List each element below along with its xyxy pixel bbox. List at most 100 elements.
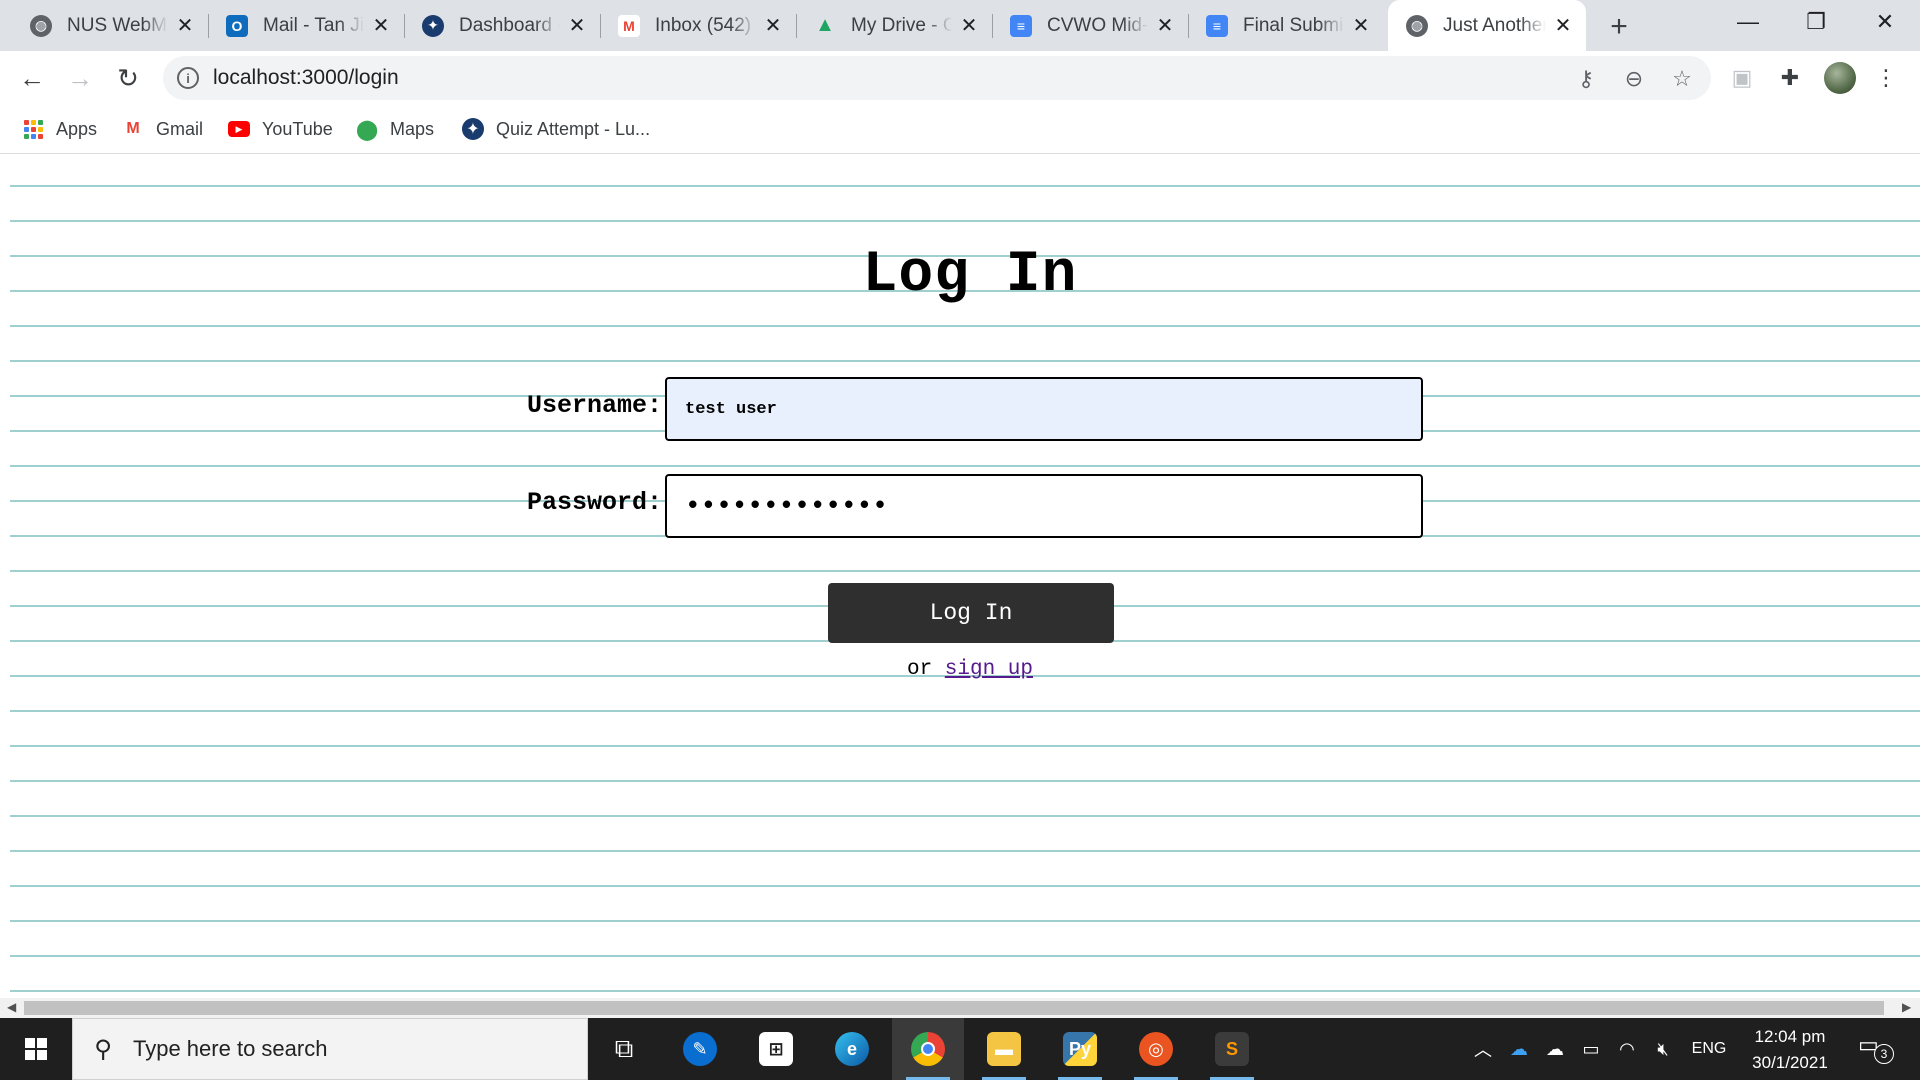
globe-icon: ◍	[30, 14, 52, 37]
close-icon[interactable]: ✕	[958, 15, 980, 37]
search-placeholder: Type here to search	[133, 1036, 328, 1061]
globe-icon: ◍	[1406, 14, 1428, 37]
tab-inbox[interactable]: M Inbox (542) - Gmail ✕	[600, 0, 796, 51]
scroll-right-icon[interactable]: ▶	[1902, 1000, 1911, 1014]
tab-mail[interactable]: O Mail - Tan Jin ✕	[208, 0, 404, 51]
back-button[interactable]: ←	[13, 59, 51, 97]
bookmark-label: Apps	[56, 118, 98, 139]
address-bar[interactable]: i localhost:3000/login ⚷ ⊖ ☆	[163, 56, 1711, 100]
tab-just-another[interactable]: ◍ Just Another Todo ✕	[1388, 0, 1586, 51]
tab-title: CVWO Mid-Assignment	[1047, 14, 1148, 36]
restore-button[interactable]: ❐	[1781, 0, 1851, 44]
signup-prompt: or sign up	[0, 658, 1920, 681]
edge-icon[interactable]: e	[816, 1018, 888, 1080]
notification-count: 3	[1874, 1044, 1894, 1064]
browser-toolbar: ← → ↻ i localhost:3000/login ⚷ ⊖ ☆ ▣ ✚ ⋮	[0, 51, 1920, 104]
forward-button[interactable]: →	[61, 59, 99, 97]
bookmark-quiz-attempt[interactable]: ✦ Quiz Attempt - Lu...	[462, 116, 650, 142]
bookmark-label: Gmail	[156, 118, 204, 139]
extension-icon[interactable]: ▣	[1728, 64, 1756, 92]
close-icon[interactable]: ✕	[1154, 15, 1176, 37]
language-indicator[interactable]: ENG	[1686, 1018, 1732, 1080]
battery-icon[interactable]: ▭	[1576, 1018, 1606, 1080]
gmail-icon: M	[618, 14, 640, 37]
bookmark-gmail[interactable]: M Gmail	[122, 116, 203, 142]
login-submit-button[interactable]: Log In	[828, 583, 1114, 643]
signup-link[interactable]: sign up	[945, 658, 1033, 681]
tab-title: Mail - Tan Jin	[263, 14, 364, 36]
tab-title: My Drive - Google Drive	[851, 14, 952, 36]
page-content: Log In Username: test user Password: •••…	[0, 155, 1920, 998]
wifi-icon[interactable]: ◠	[1612, 1018, 1642, 1080]
menu-kebab-icon[interactable]: ⋮	[1872, 64, 1900, 92]
close-icon[interactable]: ✕	[566, 15, 588, 37]
close-icon[interactable]: ✕	[1552, 15, 1574, 37]
chrome-icon[interactable]	[892, 1018, 964, 1080]
show-hidden-icons-icon[interactable]: ︿	[1468, 1018, 1498, 1080]
username-label: Username:	[526, 391, 662, 420]
python-icon[interactable]: Py	[1044, 1018, 1116, 1080]
login-submit-label: Log In	[929, 600, 1013, 626]
apps-grid-icon	[22, 118, 44, 140]
taskbar-search[interactable]: ⚲ Type here to search	[72, 1018, 588, 1080]
key-icon[interactable]: ⚷	[1573, 66, 1599, 92]
minimize-button[interactable]: —	[1713, 0, 1783, 44]
sublime-text-icon[interactable]: S	[1196, 1018, 1268, 1080]
search-icon: ⚲	[94, 1035, 112, 1063]
password-input[interactable]: •••••••••••••	[665, 474, 1423, 538]
puzzle-extensions-icon[interactable]: ✚	[1776, 64, 1804, 92]
tab-my-drive[interactable]: ▲ My Drive - Google Drive ✕	[796, 0, 992, 51]
horizontal-scrollbar[interactable]: ◀ ▶	[0, 998, 1920, 1018]
microsoft-store-icon[interactable]: ⊞	[740, 1018, 812, 1080]
reload-button[interactable]: ↻	[109, 59, 147, 97]
star-icon[interactable]: ☆	[1669, 66, 1695, 92]
site-info-icon[interactable]: i	[177, 67, 199, 89]
tab-title: Just Another Todo	[1443, 14, 1546, 36]
browser-tab-strip: ◍ NUS WebMail ✕ O Mail - Tan Jin ✕ ✦ Das…	[0, 0, 1920, 51]
url-text[interactable]: localhost:3000/login	[213, 66, 399, 90]
tab-final-submission[interactable]: ≡ Final Submission ✕	[1188, 0, 1384, 51]
volume-muted-icon[interactable]: 🔇︎	[1648, 1018, 1678, 1080]
zoom-out-icon[interactable]: ⊖	[1621, 66, 1647, 92]
profile-avatar[interactable]	[1824, 62, 1856, 94]
bookmark-youtube[interactable]: ▶ YouTube	[228, 116, 333, 142]
clock-time: 12:04 pm	[1754, 1027, 1826, 1046]
action-center-button[interactable]: ▭ 3	[1858, 1032, 1894, 1064]
bookmarks-bar: Apps M Gmail ▶ YouTube ⬤ Maps ✦ Quiz Att…	[0, 104, 1920, 154]
username-input[interactable]: test user	[665, 377, 1423, 441]
luminus-icon: ✦	[422, 14, 444, 37]
close-icon[interactable]: ✕	[762, 15, 784, 37]
signup-prefix: or	[906, 658, 933, 681]
cloud-icon[interactable]: ☁	[1540, 1018, 1570, 1080]
close-icon[interactable]: ✕	[370, 15, 392, 37]
clock-date: 30/1/2021	[1752, 1053, 1828, 1072]
start-button[interactable]	[0, 1018, 72, 1080]
close-icon[interactable]: ✕	[1350, 15, 1372, 37]
task-view-icon[interactable]: ⧉	[588, 1018, 660, 1080]
bookmark-maps[interactable]: ⬤ Maps	[356, 116, 434, 142]
close-icon[interactable]: ✕	[174, 15, 196, 37]
ubuntu-icon[interactable]: ◎	[1120, 1018, 1192, 1080]
scroll-left-icon[interactable]: ◀	[7, 1000, 16, 1014]
app-launcher-icon[interactable]: ✎	[664, 1018, 736, 1080]
window-close-button[interactable]: ✕	[1850, 0, 1920, 44]
new-tab-button[interactable]: +	[1602, 10, 1636, 44]
password-label: Password:	[526, 488, 662, 517]
gmail-icon: M	[126, 120, 140, 137]
bookmark-label: Quiz Attempt - Lu...	[496, 118, 651, 139]
tab-cvwo-mid[interactable]: ≡ CVWO Mid-Assignment ✕	[992, 0, 1188, 51]
tab-dashboard[interactable]: ✦ Dashboard - LumiNUS ✕	[404, 0, 600, 51]
onedrive-icon[interactable]: ☁	[1504, 1018, 1534, 1080]
google-docs-icon: ≡	[1206, 14, 1228, 37]
file-explorer-icon[interactable]: ▬	[968, 1018, 1040, 1080]
bookmark-label: Maps	[390, 118, 435, 139]
outlook-icon: O	[226, 14, 248, 37]
username-value: test user	[685, 399, 777, 419]
taskbar-clock[interactable]: 12:04 pm 30/1/2021	[1740, 1024, 1840, 1076]
bookmark-apps[interactable]: Apps	[22, 116, 97, 142]
scrollbar-thumb[interactable]	[24, 1001, 1884, 1015]
tab-title: Final Submission	[1243, 14, 1344, 36]
tab-nus-webmail[interactable]: ◍ NUS WebMail ✕	[12, 0, 208, 51]
luminus-icon: ✦	[462, 118, 484, 140]
youtube-icon: ▶	[228, 118, 250, 140]
